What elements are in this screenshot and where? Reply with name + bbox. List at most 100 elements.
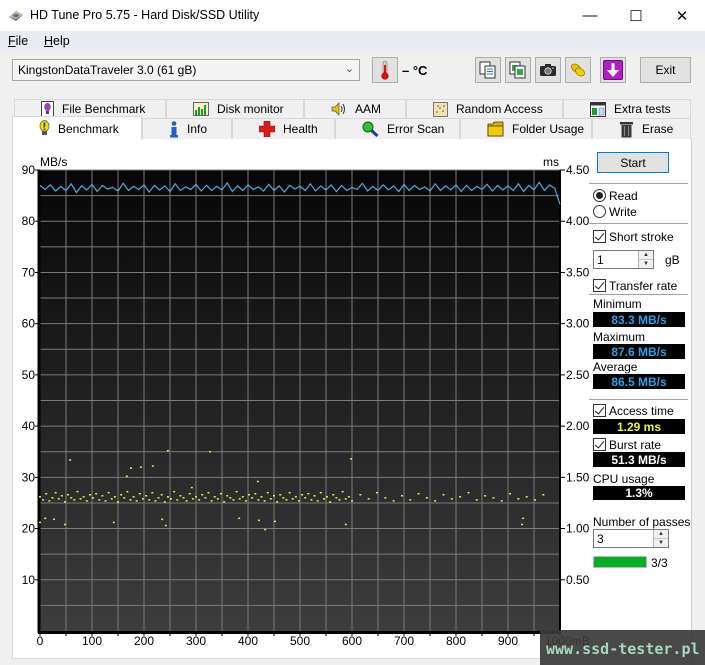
access-time-point — [291, 498, 294, 500]
access-time-point — [294, 496, 297, 498]
passes-input[interactable]: 3 ▲ ▼ — [593, 529, 669, 548]
y2-axis-label: ms — [543, 155, 559, 169]
passes-label: Number of passes — [593, 515, 691, 529]
write-radio[interactable] — [593, 205, 606, 218]
access-time-point — [53, 518, 56, 521]
y2-tick-label: 2.50 — [566, 368, 590, 382]
access-time-point — [63, 501, 66, 503]
x-tick-label: 200 — [134, 634, 154, 648]
short-stroke-checkbox[interactable] — [593, 230, 606, 243]
x-tick-label: 800 — [446, 634, 466, 648]
access-time-point — [450, 498, 453, 500]
access-time-point — [145, 495, 148, 497]
access-time-point — [264, 528, 267, 531]
access-time-point — [351, 500, 353, 502]
access-time-point — [344, 498, 347, 500]
access-time-point — [39, 521, 41, 524]
access-time-point — [332, 493, 335, 496]
access-time-point — [256, 480, 259, 483]
access-time-point — [45, 492, 48, 495]
y2-tick-label: 1.00 — [566, 522, 590, 536]
access-time-point — [274, 520, 277, 523]
access-time-point — [467, 491, 470, 494]
access-time-checkbox[interactable] — [593, 404, 606, 417]
access-time-point — [282, 497, 285, 499]
access-time-point — [344, 523, 347, 526]
access-time-point — [191, 498, 194, 500]
access-time-point — [525, 496, 528, 498]
access-time-point — [400, 495, 403, 497]
spin-up-icon[interactable]: ▲ — [639, 251, 653, 259]
start-button[interactable]: Start — [597, 152, 669, 173]
access-time-point — [117, 501, 119, 503]
access-time-point — [39, 496, 41, 498]
access-time-point — [161, 518, 164, 521]
close-button[interactable]: ✕ — [659, 0, 705, 31]
spin-down-icon[interactable]: ▼ — [639, 259, 653, 268]
burst-rate-checkbox[interactable] — [593, 438, 606, 451]
access-time-point — [57, 498, 60, 500]
access-time-point — [349, 458, 352, 460]
exit-button[interactable]: Exit — [640, 57, 691, 83]
access-time-point — [313, 495, 316, 497]
x-tick-label: 100 — [82, 634, 102, 648]
access-time-point — [113, 496, 116, 498]
tab-label: Erase — [642, 122, 674, 136]
access-time-point — [163, 501, 166, 503]
divider — [589, 399, 688, 400]
passes-spinner[interactable]: ▲ ▼ — [653, 530, 668, 547]
access-time-point — [107, 491, 110, 494]
tab-benchmark[interactable]: Benchmark — [12, 116, 142, 140]
access-time-point — [170, 498, 173, 500]
transfer-rate-checkbox[interactable] — [593, 279, 606, 292]
maximize-button[interactable]: ☐ — [613, 0, 659, 31]
read-radio[interactable] — [593, 189, 606, 202]
access-time-point — [207, 491, 210, 494]
tab-erase[interactable]: Erase — [592, 118, 691, 139]
access-time-point — [60, 495, 63, 497]
access-time-point — [257, 519, 260, 522]
access-time-point — [359, 493, 362, 496]
access-time-point — [434, 500, 437, 502]
access-time-point — [173, 490, 176, 493]
spin-up-icon[interactable]: ▲ — [654, 530, 668, 538]
access-time-point — [151, 465, 154, 467]
access-time-point — [384, 497, 387, 499]
access-time-point — [219, 492, 222, 495]
access-time-point — [160, 493, 163, 496]
cpu-usage-label: CPU usage — [593, 472, 655, 486]
access-time-point — [79, 498, 82, 500]
access-time-point — [63, 523, 66, 526]
access-time-point — [307, 492, 310, 495]
short-stroke-size-value: 1 — [597, 253, 604, 267]
access-time-point — [257, 499, 260, 501]
tab-label: Extra tests — [614, 102, 671, 116]
access-time-point — [141, 498, 144, 500]
access-time-point — [375, 491, 378, 494]
access-time-point — [188, 492, 191, 495]
access-time-point — [129, 499, 132, 501]
access-time-point — [132, 496, 135, 498]
y-tick-label: 60 — [22, 317, 36, 331]
x-tick-label: 0 — [37, 634, 44, 648]
cpu-usage-value: 1.3% — [593, 486, 685, 500]
access-time-point — [301, 493, 304, 496]
access-time-point — [182, 497, 185, 499]
access-time-point — [329, 501, 332, 503]
download-button[interactable] — [600, 57, 626, 83]
access-time-point — [76, 490, 79, 493]
trash-icon — [620, 121, 633, 137]
y2-tick-label: 4.00 — [566, 214, 590, 228]
access-time-point — [509, 492, 512, 495]
x-tick-label: 700 — [394, 634, 414, 648]
access-time-point — [269, 498, 272, 500]
access-time-point — [88, 493, 91, 496]
access-time-point — [166, 449, 169, 452]
x-tick-label: 400 — [238, 634, 258, 648]
spin-down-icon[interactable]: ▼ — [654, 538, 668, 547]
short-stroke-size-input[interactable]: 1 ▲ ▼ — [593, 250, 654, 269]
access-time-point — [417, 492, 420, 495]
short-stroke-spinner[interactable]: ▲ ▼ — [638, 251, 653, 268]
access-time-point — [288, 491, 291, 494]
y-tick-label: 70 — [22, 265, 36, 279]
